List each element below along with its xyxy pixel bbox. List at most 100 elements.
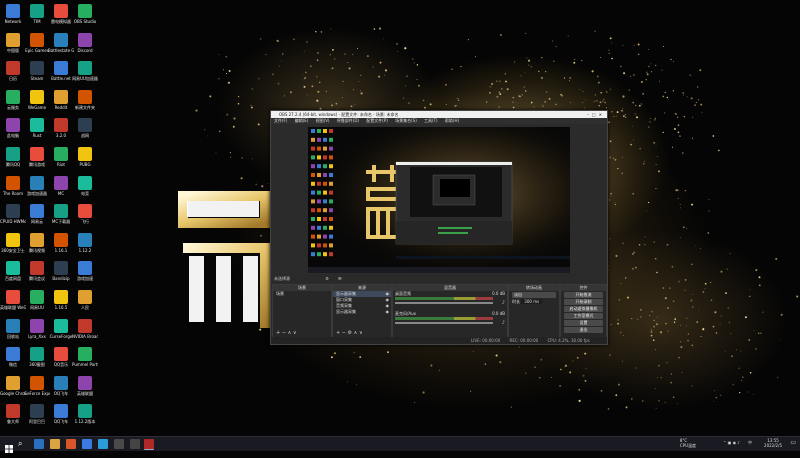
volume-slider[interactable] <box>395 322 493 324</box>
studio-mode-button[interactable]: 工作室模式 <box>564 313 603 319</box>
scene-item[interactable]: 场景 <box>273 291 331 297</box>
desktop-icon[interactable]: PUBG <box>72 147 98 167</box>
desktop-icon[interactable]: Steam <box>24 61 50 81</box>
volume-slider[interactable] <box>395 302 493 304</box>
desktop-icon[interactable]: 1.12.2版本 <box>72 404 98 424</box>
clock[interactable]: 13:55 2022/2/5 <box>764 438 782 448</box>
desktop-icon[interactable]: WeGame <box>24 89 50 110</box>
desktop-icon[interactable]: 新建文件夹 <box>72 89 98 110</box>
menu-tools[interactable]: 工具(T) <box>424 118 438 123</box>
gear-icon[interactable]: ⚙ <box>325 276 329 281</box>
desktop-icon[interactable]: 英雄联盟 WeGame版 <box>0 290 26 310</box>
settings-button[interactable]: 设置 <box>564 320 603 326</box>
desktop-icon[interactable]: 游戏加速 <box>72 261 98 281</box>
desktop-icon[interactable]: GeForce Experience <box>24 375 50 396</box>
menu-file[interactable]: 文件(F) <box>274 118 287 123</box>
virtual-camera-button[interactable]: 启动虚拟摄像机 <box>564 306 603 312</box>
speaker-icon[interactable]: ♪ <box>502 300 505 306</box>
weather-widget[interactable]: 8°C CPU温度 <box>680 438 696 448</box>
desktop-icon[interactable]: 腾讯游戏 <box>24 147 50 167</box>
desktop-icon[interactable]: Battle.net <box>48 61 74 81</box>
menu-edit[interactable]: 编辑(E) <box>295 118 309 123</box>
desktop-icon[interactable]: 360安全卫士 <box>0 232 26 253</box>
desktop-icon[interactable]: 百度网盘 <box>0 261 26 281</box>
desktop-icon[interactable]: TIM <box>24 4 50 24</box>
window-controls[interactable]: –□✕ <box>587 111 605 118</box>
desktop-icon[interactable]: 腾讯会议 <box>24 261 50 281</box>
app-icon[interactable] <box>98 439 108 449</box>
desktop-icon[interactable]: NVIDIA Broadcast <box>72 318 98 339</box>
desktop-icon[interactable]: 战网 <box>72 118 98 138</box>
tray-icons[interactable]: ⌃ ▣ ◉ ♪ <box>723 440 740 445</box>
app-icon[interactable] <box>66 439 76 449</box>
desktop-icon[interactable]: 雷电模拟器 <box>48 4 74 24</box>
obs-window[interactable]: OBS 27.2.4 (64-bit, windows) - 配置文件: 未命名… <box>270 110 608 345</box>
notification-icon[interactable]: ▭ <box>790 439 796 446</box>
scene-controls[interactable]: + − ∧ ∨ <box>276 330 297 336</box>
desktop-icon[interactable]: 网易UU加速器 <box>72 61 98 81</box>
transition-select[interactable]: 淡出 <box>512 292 556 298</box>
desktop-icon[interactable]: OQ飞车 <box>48 375 74 396</box>
desktop-icon[interactable]: QQ音乐 <box>48 347 74 367</box>
menu-scene-collection[interactable]: 场景集合(S) <box>395 118 417 123</box>
desktop-icon[interactable]: OBS Studio <box>72 4 98 24</box>
desktop-icon[interactable]: 游戏加速器 <box>24 175 50 196</box>
desktop-icon[interactable]: CPUID HWMonitor <box>0 204 26 224</box>
exit-button[interactable]: 退出 <box>564 327 603 333</box>
source-controls[interactable]: + − ⚙ ∧ ∨ <box>336 330 363 336</box>
desktop-icon[interactable]: Reddit <box>48 89 74 110</box>
menu-view[interactable]: 视图(V) <box>316 118 330 123</box>
obs-taskbar-icon[interactable] <box>144 439 154 450</box>
desktop-icon[interactable]: 1.16.5 <box>48 290 74 310</box>
taskview-icon[interactable] <box>34 439 44 449</box>
app-icon[interactable] <box>130 439 140 449</box>
desktop-icon[interactable]: 日历 <box>0 61 26 81</box>
obs-preview[interactable] <box>308 127 570 273</box>
menu-help[interactable]: 帮助(H) <box>445 118 459 123</box>
desktop-icon[interactable]: 鲁大师 <box>0 404 26 424</box>
desktop-icon[interactable]: Lyra_Xxx <box>24 318 50 339</box>
maximize-icon[interactable]: □ <box>592 112 599 117</box>
desktop-icon[interactable]: 3.2.0 <box>48 118 74 138</box>
desktop-icon[interactable]: CurseForge <box>48 318 74 339</box>
desktop-icon[interactable]: Network <box>0 4 26 24</box>
desktop-icon[interactable]: 1.12.2 <box>72 232 98 253</box>
start-streaming-button[interactable]: 开始推流 <box>564 292 603 298</box>
desktop-icon[interactable]: Bandizip <box>48 261 74 281</box>
desktop-icon[interactable]: Discord <box>72 32 98 53</box>
desktop-icon[interactable]: QQ飞车 <box>48 404 74 424</box>
start-button[interactable] <box>4 439 14 453</box>
desktop-icon[interactable]: 回收站 <box>0 318 26 339</box>
desktop-icon[interactable]: 1.16.1 <box>48 232 74 253</box>
menu-docks[interactable]: 停靠部件(D) <box>337 118 359 123</box>
desktop-icon[interactable]: 网易UU <box>24 290 50 310</box>
desktop-icon[interactable]: 英雄联盟 <box>72 375 98 396</box>
desktop-icon[interactable]: Google Chrome <box>0 375 26 396</box>
desktop-icon[interactable]: 阿里巴巴 <box>24 404 50 424</box>
desktop-icon[interactable]: Riot <box>48 147 74 167</box>
obs-titlebar[interactable]: OBS 27.2.4 (64-bit, windows) - 配置文件: 未命名… <box>271 111 607 118</box>
desktop-icon[interactable]: 腾讯QQ <box>0 147 26 167</box>
source-item[interactable]: 显示器采集 ◉ <box>333 309 391 315</box>
desktop-icon[interactable]: 腾讯视频 <box>24 232 50 253</box>
desktop-icon[interactable]: 飞行 <box>72 204 98 224</box>
desktop-icon[interactable]: Pummel Party <box>72 347 98 367</box>
close-icon[interactable]: ✕ <box>599 112 605 117</box>
start-recording-button[interactable]: 开始录制 <box>564 299 603 305</box>
duration-input[interactable]: 300 ms <box>521 299 543 304</box>
desktop-icon[interactable]: 此电脑 <box>0 118 26 138</box>
desktop-icon[interactable]: Battlestate Games <box>48 32 74 53</box>
file-explorer-icon[interactable] <box>50 439 60 449</box>
desktop-icon[interactable]: 云服务 <box>0 89 26 110</box>
desktop-icon[interactable]: 360截图 <box>24 347 50 367</box>
desktop-icon[interactable]: 中国版 <box>0 32 26 53</box>
desktop-icon[interactable]: Epic Games <box>24 32 50 53</box>
app-icon[interactable] <box>82 439 92 449</box>
desktop-icon[interactable]: 微信 <box>0 347 26 367</box>
search-icon[interactable]: ⌕ <box>18 439 28 449</box>
desktop-icon[interactable]: 电竞 <box>72 175 98 196</box>
desktop-icon[interactable]: 人民 <box>72 290 98 310</box>
desktop-icon[interactable]: Rust <box>24 118 50 138</box>
menu-profile[interactable]: 配置文件(P) <box>366 118 388 123</box>
desktop-icon[interactable]: MC <box>48 175 74 196</box>
